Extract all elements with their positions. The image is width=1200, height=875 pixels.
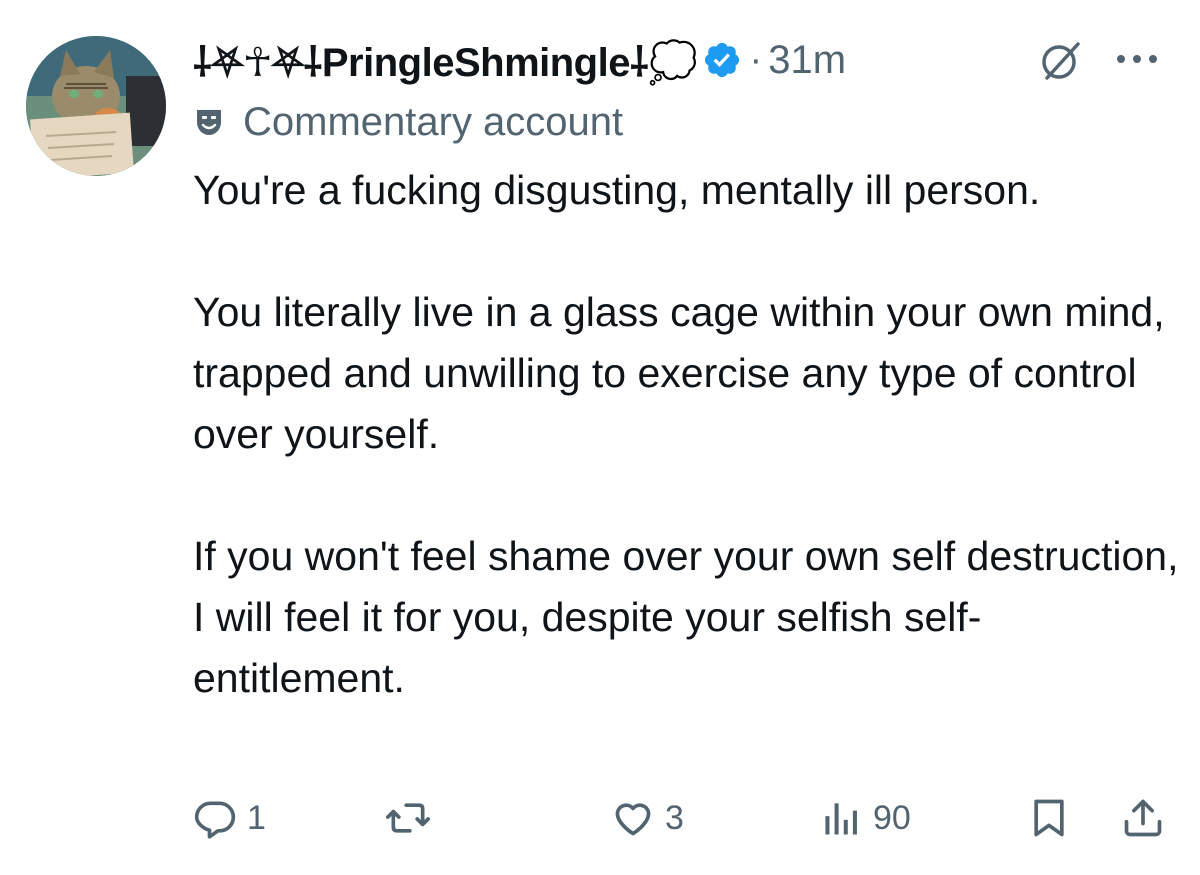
- avatar[interactable]: [26, 36, 166, 176]
- more-dots-icon[interactable]: [1111, 42, 1163, 76]
- share-button[interactable]: [1121, 790, 1165, 846]
- reply-button[interactable]: 1: [193, 790, 266, 846]
- tweet-header: ⸸⛧☥⛧⸸PringleShmingle⸸💭 · 31m: [193, 30, 1183, 90]
- like-button[interactable]: 3: [611, 790, 684, 846]
- views-count: 90: [873, 798, 911, 837]
- repost-button[interactable]: [383, 790, 443, 846]
- views-button[interactable]: 90: [819, 790, 911, 846]
- bookmark-button[interactable]: [1027, 790, 1071, 846]
- reply-count: 1: [247, 798, 266, 837]
- timestamp[interactable]: 31m: [768, 38, 846, 83]
- heart-icon: [611, 796, 655, 840]
- repost-icon: [383, 796, 433, 840]
- grok-icon[interactable]: [1038, 38, 1084, 84]
- tweet-paragraph-2: You literally live in a glass cage withi…: [193, 289, 1165, 457]
- action-bar: 1 3 90: [193, 790, 1173, 846]
- display-name[interactable]: ⸸⛧☥⛧⸸PringleShmingle⸸💭: [193, 33, 698, 88]
- tweet[interactable]: ⸸⛧☥⛧⸸PringleShmingle⸸💭 · 31m Commentary …: [0, 0, 1200, 875]
- theater-mask-icon: [193, 106, 225, 138]
- verified-badge-icon[interactable]: [702, 40, 742, 80]
- bookmark-icon: [1027, 796, 1071, 840]
- separator-dot: ·: [749, 38, 763, 81]
- account-label-row: Commentary account: [193, 96, 623, 148]
- tweet-paragraph-3: If you won't feel shame over your own se…: [193, 533, 1179, 701]
- account-label: Commentary account: [243, 99, 624, 144]
- reply-icon: [193, 796, 237, 840]
- like-count: 3: [665, 798, 684, 837]
- share-icon: [1121, 796, 1165, 840]
- tweet-body: You're a fucking disgusting, mentally il…: [193, 160, 1183, 709]
- tweet-paragraph-1: You're a fucking disgusting, mentally il…: [193, 167, 1041, 213]
- views-chart-icon: [819, 796, 863, 840]
